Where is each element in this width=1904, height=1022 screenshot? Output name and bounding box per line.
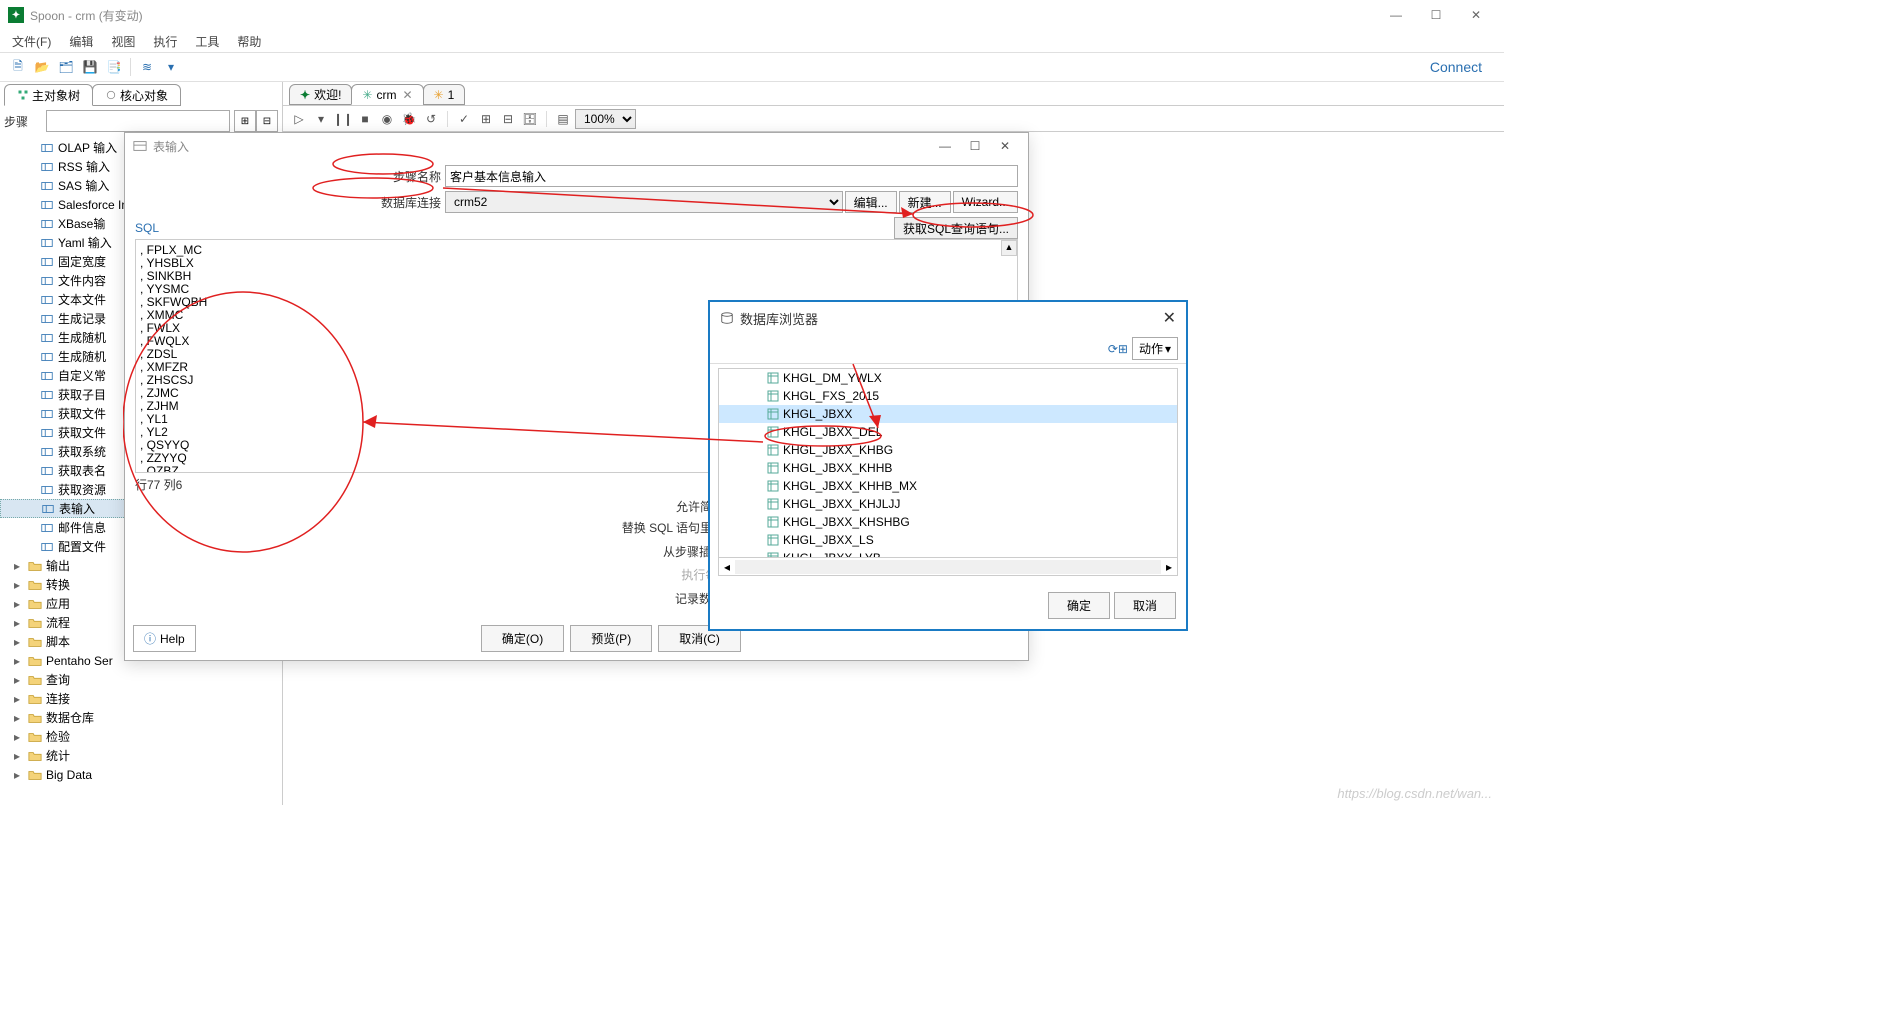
- save-icon[interactable]: 💾: [79, 56, 101, 78]
- close-button[interactable]: ✕: [1456, 2, 1496, 28]
- help-button[interactable]: ⓘHelp: [133, 625, 196, 652]
- collapse-button[interactable]: ⊟: [256, 110, 278, 132]
- explore-db-icon[interactable]: 🗄: [520, 109, 540, 129]
- verify-icon[interactable]: ✓: [454, 109, 474, 129]
- sql-icon[interactable]: ⊟: [498, 109, 518, 129]
- tab-welcome[interactable]: ✦ 欢迎!: [289, 84, 352, 105]
- zoom-select[interactable]: 100%: [575, 109, 636, 129]
- show-results-icon[interactable]: ▤: [553, 109, 573, 129]
- tab-main-tree[interactable]: 主对象树: [4, 84, 93, 106]
- open-icon[interactable]: 📂: [31, 56, 53, 78]
- db-table-item[interactable]: KHGL_JBXX_KHBG: [719, 441, 1177, 459]
- step-name-input[interactable]: [445, 165, 1018, 187]
- db-table-item[interactable]: KHGL_JBXX_KHHB_MX: [719, 477, 1177, 495]
- menu-view[interactable]: 视图: [103, 31, 143, 52]
- preview-button[interactable]: 预览(P): [570, 625, 652, 652]
- menu-run[interactable]: 执行: [145, 31, 185, 52]
- db-table-item[interactable]: KHGL_DM_YWLX: [719, 369, 1177, 387]
- db-table-item[interactable]: KHGL_JBXX_DEL: [719, 423, 1177, 441]
- db-cancel-button[interactable]: 取消: [1114, 592, 1176, 619]
- watermark: https://blog.csdn.net/wan...: [1337, 786, 1492, 801]
- db-table-item[interactable]: KHGL_JBXX_LYB: [719, 549, 1177, 558]
- db-table-item[interactable]: KHGL_JBXX_KHSHBG: [719, 513, 1177, 531]
- db-table-item[interactable]: KHGL_JBXX_KHHB: [719, 459, 1177, 477]
- menu-help[interactable]: 帮助: [229, 31, 269, 52]
- tab-crm[interactable]: ✳ crm ✕: [351, 84, 423, 105]
- db-browser-dialog: 数据库浏览器 ✕ ⟳⊞ 动作▾ KHGL_DM_YWLXKHGL_FXS_201…: [708, 300, 1188, 631]
- db-table-item[interactable]: KHGL_FXS_2015: [719, 387, 1177, 405]
- db-table-list[interactable]: KHGL_DM_YWLXKHGL_FXS_2015KHGL_JBXXKHGL_J…: [718, 368, 1178, 558]
- search-label: 步骤: [4, 113, 42, 130]
- run-icon[interactable]: ▷: [289, 109, 309, 129]
- step-name-label: 步骤名称: [135, 168, 445, 185]
- tab-close-icon[interactable]: ✕: [402, 88, 412, 102]
- save-as-icon[interactable]: 📑: [103, 56, 125, 78]
- workspace: ✦ 欢迎! ✳ crm ✕ ✳ 1 ▷ ▾ ❙❙ ■ ◉ 🐞 ↺ ✓ ⊞ ⊟: [283, 82, 1504, 805]
- dropdown-icon[interactable]: ▾: [160, 56, 182, 78]
- replay-icon[interactable]: ↺: [421, 109, 441, 129]
- transform-icon: ✳: [362, 88, 372, 102]
- maximize-button[interactable]: ☐: [1416, 2, 1456, 28]
- stop-icon[interactable]: ■: [355, 109, 375, 129]
- sql-label: SQL: [135, 219, 159, 237]
- menu-file[interactable]: 文件(F): [4, 31, 59, 52]
- db-conn-select[interactable]: crm52: [445, 191, 843, 213]
- category-folder[interactable]: ▸数据仓库: [0, 708, 282, 727]
- scroll-up-icon[interactable]: ▲: [1001, 240, 1017, 256]
- category-folder[interactable]: ▸Big Data: [0, 765, 282, 784]
- db-icon[interactable]: ≋: [136, 56, 158, 78]
- spoon-icon: ✦: [300, 88, 310, 102]
- dlg-maximize-icon[interactable]: ☐: [960, 139, 990, 153]
- wizard-button[interactable]: Wizard...: [953, 191, 1018, 213]
- db-table-item[interactable]: KHGL_JBXX_LS: [719, 531, 1177, 549]
- window-title: Spoon - crm (有变动): [30, 7, 1376, 24]
- refresh-icon[interactable]: ⟳⊞: [1108, 342, 1128, 356]
- category-folder[interactable]: ▸查询: [0, 670, 282, 689]
- preview-icon[interactable]: ◉: [377, 109, 397, 129]
- tab-1[interactable]: ✳ 1: [423, 84, 466, 105]
- pause-icon[interactable]: ❙❙: [333, 109, 353, 129]
- core-icon: [105, 89, 117, 101]
- database-icon: [720, 311, 734, 325]
- new-file-icon[interactable]: 🗎: [7, 56, 29, 78]
- tab-core-objects[interactable]: 核心对象: [92, 84, 181, 106]
- db-conn-label: 数据库连接: [135, 194, 445, 211]
- category-folder[interactable]: ▸检验: [0, 727, 282, 746]
- table-icon: [133, 139, 147, 153]
- db-table-item[interactable]: KHGL_JBXX: [719, 405, 1177, 423]
- action-dropdown[interactable]: 动作▾: [1132, 337, 1178, 360]
- tree-icon: [17, 89, 29, 101]
- category-folder[interactable]: ▸统计: [0, 746, 282, 765]
- minimize-button[interactable]: —: [1376, 2, 1416, 28]
- app-icon: ✦: [8, 7, 24, 23]
- db-ok-button[interactable]: 确定: [1048, 592, 1110, 619]
- menu-edit[interactable]: 编辑: [61, 31, 101, 52]
- search-input[interactable]: [46, 110, 230, 132]
- canvas-toolbar: ▷ ▾ ❙❙ ■ ◉ 🐞 ↺ ✓ ⊞ ⊟ 🗄 ▤ 100%: [283, 106, 1504, 132]
- get-sql-button[interactable]: 获取SQL查询语句...: [894, 217, 1018, 239]
- new-button[interactable]: 新建...: [899, 191, 951, 213]
- horizontal-scrollbar[interactable]: ◂▸: [718, 558, 1178, 576]
- expand-button[interactable]: ⊞: [234, 110, 256, 132]
- window-titlebar: ✦ Spoon - crm (有变动) — ☐ ✕: [0, 0, 1504, 30]
- dlg-minimize-icon[interactable]: —: [930, 139, 960, 153]
- connect-link[interactable]: Connect: [1414, 59, 1498, 75]
- main-toolbar: 🗎 📂 🗂 💾 📑 ≋ ▾ Connect: [0, 52, 1504, 82]
- job-icon: ✳: [434, 88, 444, 102]
- explore-icon[interactable]: 🗂: [55, 56, 77, 78]
- run-dropdown-icon[interactable]: ▾: [311, 109, 331, 129]
- menu-tools[interactable]: 工具: [187, 31, 227, 52]
- impact-icon[interactable]: ⊞: [476, 109, 496, 129]
- menubar: 文件(F) 编辑 视图 执行 工具 帮助: [0, 30, 1504, 52]
- db-close-icon[interactable]: ✕: [1163, 308, 1176, 328]
- db-dialog-title: 数据库浏览器: [740, 309, 1163, 328]
- debug-icon[interactable]: 🐞: [399, 109, 419, 129]
- dialog-title: 表输入: [153, 138, 189, 155]
- edit-button[interactable]: 编辑...: [845, 191, 897, 213]
- db-table-item[interactable]: KHGL_JBXX_KHJLJJ: [719, 495, 1177, 513]
- category-folder[interactable]: ▸连接: [0, 689, 282, 708]
- ok-button[interactable]: 确定(O): [481, 625, 564, 652]
- dlg-close-icon[interactable]: ✕: [990, 139, 1020, 153]
